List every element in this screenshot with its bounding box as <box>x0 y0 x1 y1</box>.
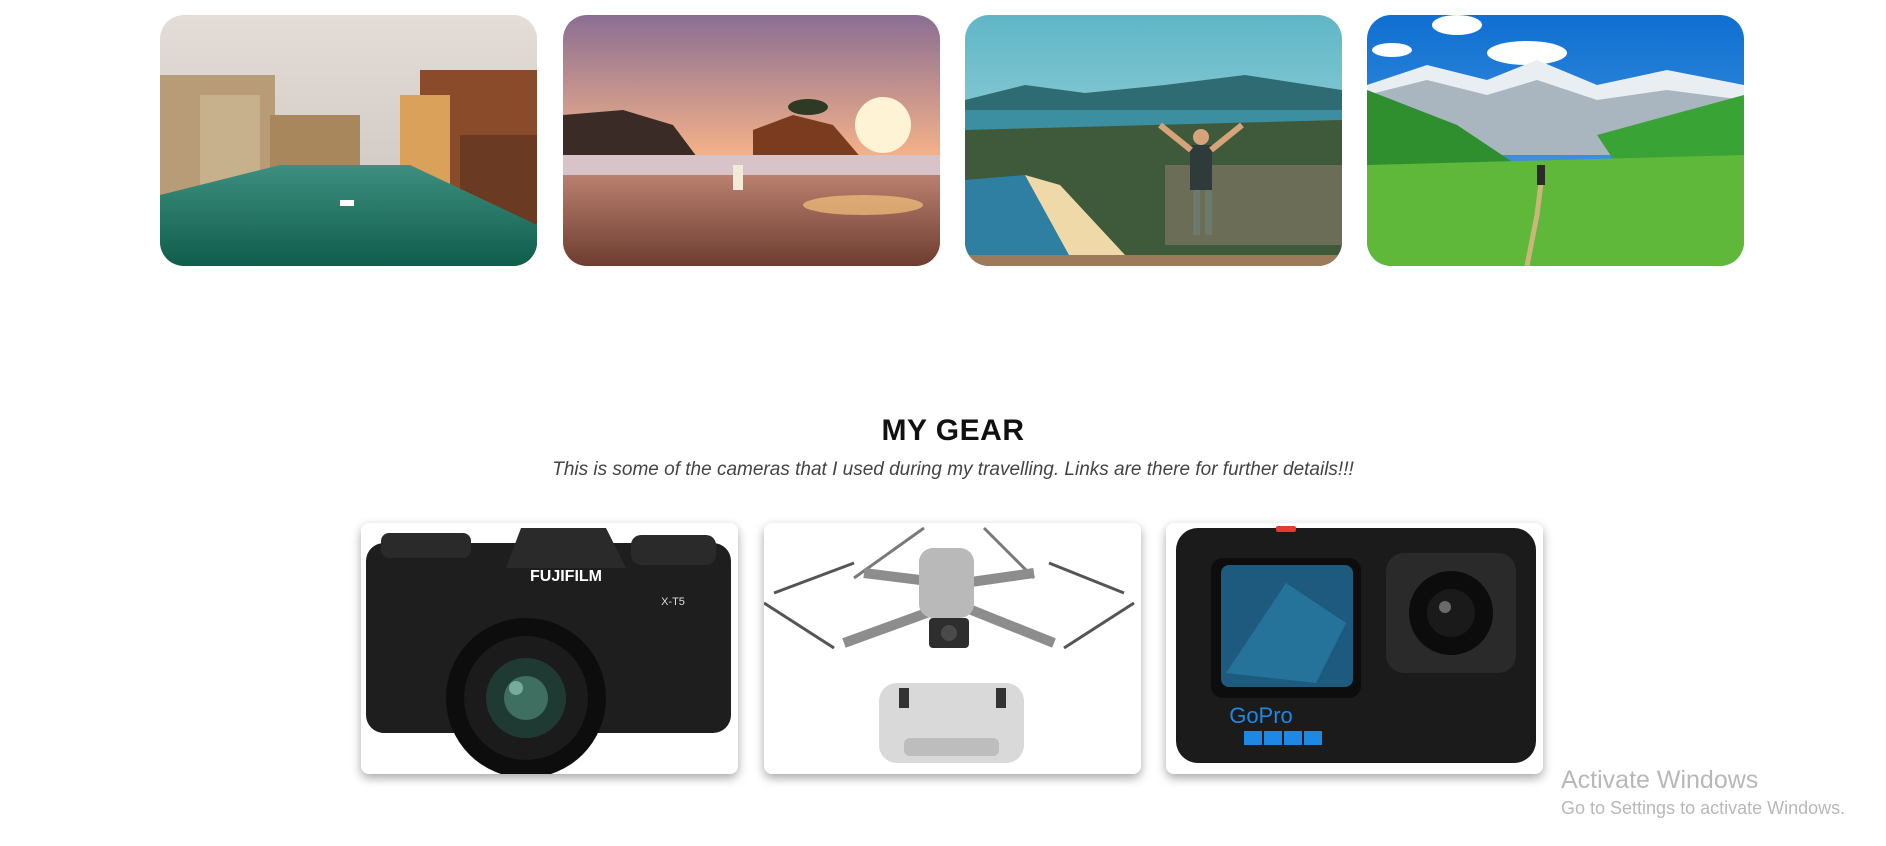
destination-card-venice[interactable] <box>160 15 537 266</box>
section-title: MY GEAR <box>881 414 1025 447</box>
gopro-camera-photo: GoPro <box>1166 523 1543 774</box>
gear-card-drone[interactable] <box>764 523 1141 774</box>
activate-windows-title: Activate Windows <box>1561 766 1759 794</box>
coastal-hiker-photo <box>965 15 1342 266</box>
destination-card-beach[interactable] <box>563 15 940 266</box>
fujifilm-camera-photo: FUJIFILM X-T5 <box>361 523 738 774</box>
section-subtitle: This is some of the cameras that I used … <box>552 459 1354 480</box>
destination-card-coast[interactable] <box>965 15 1342 266</box>
gear-card-fujifilm[interactable]: FUJIFILM X-T5 <box>361 523 738 774</box>
activate-windows-subtitle: Go to Settings to activate Windows. <box>1561 798 1846 818</box>
venice-canal-photo <box>160 15 537 266</box>
dji-drone-photo <box>764 523 1141 774</box>
beach-sunset-photo <box>563 15 940 266</box>
mountain-valley-photo <box>1367 15 1744 266</box>
fujifilm-brand-text: FUJIFILM <box>530 568 602 585</box>
fujifilm-model-text: X-T5 <box>661 596 685 608</box>
destination-card-mountains[interactable] <box>1367 15 1744 266</box>
gear-card-gopro[interactable]: GoPro <box>1166 523 1543 774</box>
gopro-brand-text: GoPro <box>1229 703 1293 728</box>
windows-activation-watermark: Activate Windows Go to Settings to activ… <box>1561 765 1845 821</box>
